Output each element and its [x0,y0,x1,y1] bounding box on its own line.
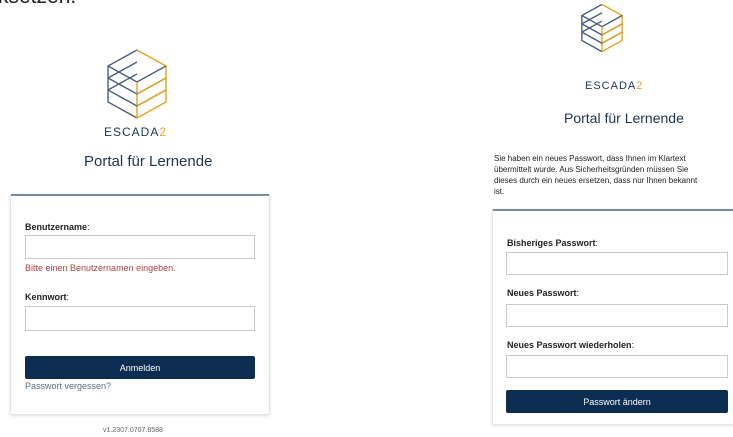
password-input[interactable] [25,306,255,331]
password-label: Kennwort: [25,292,70,302]
login-button[interactable]: Anmelden [25,356,255,379]
username-error: Bitte einen Benutzernamen eingeben. [25,263,176,273]
old-password-input[interactable] [506,252,728,275]
repeat-password-input[interactable] [506,355,728,378]
escada-logo-2 [579,3,625,53]
forgot-password-link[interactable]: Passwort vergessen? [25,381,111,391]
old-password-label: Bisheriges Passwort: [507,238,599,248]
escada-logo-text-2: ESCADA2 [585,80,644,92]
escada-logo-mark [107,49,167,119]
username-input[interactable] [25,235,255,259]
escada-logo-text: ESCADA2 [104,125,168,139]
escada-logo [104,48,170,120]
truncated-heading: ksetzen. [0,0,76,9]
portal-title-2: Portal für Lernende [564,110,684,126]
change-password-info: Sie haben ein neues Passwort, dass Ihnen… [494,154,698,196]
username-label: Benutzername: [25,222,90,232]
repeat-password-label: Neues Passwort wiederholen: [507,340,635,350]
new-password-input[interactable] [506,304,728,327]
escada-logo-mark-2 [581,3,623,53]
version-label: v1.2307.0707.8588 [103,427,163,434]
new-password-label: Neues Passwort: [507,288,580,298]
portal-title: Portal für Lernende [84,153,213,170]
change-password-button[interactable]: Passwort ändern [506,390,728,413]
